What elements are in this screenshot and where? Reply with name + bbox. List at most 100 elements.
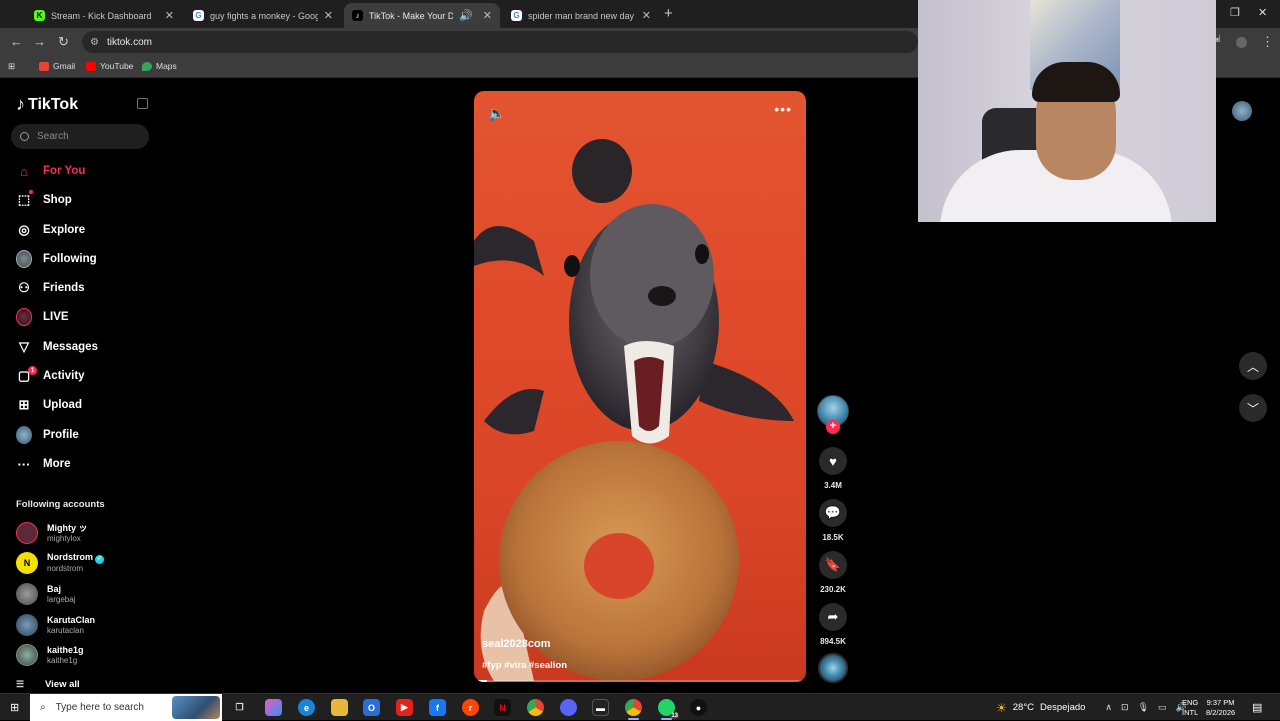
taskbar-clock[interactable]: 9:37 PM 8/2/2026 (1206, 698, 1235, 718)
view-all-link[interactable]: ☰ View all (16, 679, 80, 690)
browser-profile-avatar[interactable] (1236, 37, 1247, 48)
terminal-icon[interactable]: ▬ (592, 699, 609, 716)
search-input[interactable]: Search (11, 124, 149, 149)
nav-following[interactable]: Following (16, 248, 97, 270)
like-button[interactable]: ♥ (819, 447, 847, 475)
nav-friends[interactable]: ⚇ Friends (16, 277, 85, 299)
video-options-icon[interactable]: ••• (774, 101, 792, 117)
video-progress-bar[interactable] (474, 680, 806, 682)
tab-google-search-spiderman[interactable]: G spider man brand new day - Go ✕ (503, 3, 659, 28)
site-info-icon[interactable]: ⚙ (90, 37, 99, 48)
video-hashtags[interactable]: #fyp #vira #sealion (482, 660, 567, 671)
collapse-sidebar-icon[interactable] (137, 98, 148, 109)
language-indicator[interactable]: ENG INTL (1182, 698, 1198, 718)
nav-explore[interactable]: ◎ Explore (16, 219, 85, 241)
account-item[interactable]: KarutaClan karutaclan (16, 613, 95, 637)
next-video-button[interactable]: ﹀ (1239, 394, 1267, 422)
nav-upload[interactable]: ⊞ Upload (16, 394, 82, 416)
google-favicon-icon: G (511, 10, 522, 21)
outlook-icon[interactable]: O (363, 699, 380, 716)
browser-menu-icon[interactable]: ⋮ (1261, 34, 1274, 50)
nav-label: Friends (43, 282, 85, 294)
reddit-icon[interactable]: r (462, 699, 479, 716)
file-explorer-icon[interactable] (331, 699, 348, 716)
account-handle: mightylox (47, 533, 81, 543)
nav-live[interactable]: LIVE (16, 306, 69, 328)
close-window-icon[interactable]: ✕ (1258, 6, 1267, 19)
account-item[interactable]: Baj largebaj (16, 582, 75, 606)
clock-time: 9:37 PM (1206, 698, 1235, 707)
reload-icon[interactable]: ↻ (58, 34, 69, 50)
account-item[interactable]: Mighty ッ mightylox (16, 521, 88, 545)
comment-count: 18.5K (822, 533, 844, 542)
close-tab-icon[interactable]: ✕ (483, 9, 492, 22)
account-item[interactable]: kaithe1g kaithe1g (16, 643, 84, 667)
nav-label: Following (43, 253, 97, 265)
verified-badge-icon: ✓ (95, 555, 105, 564)
address-bar[interactable]: ⚙ tiktok.com (82, 31, 918, 53)
edge-icon[interactable]: e (298, 699, 315, 716)
tab-tiktok[interactable]: ♪ TikTok - Make Your Day 🔊 ✕ (344, 3, 500, 28)
network-app-icon[interactable]: ⊡ (1121, 702, 1129, 713)
share-button[interactable]: ➦ (819, 603, 847, 631)
close-tab-icon[interactable]: ✕ (642, 9, 651, 22)
tiktok-logo[interactable]: ♪ TikTok (16, 94, 78, 115)
nav-more[interactable]: ··· More (16, 453, 71, 475)
seal-head (590, 204, 714, 348)
previous-video-button[interactable]: ︿ (1239, 352, 1267, 380)
close-tab-icon[interactable]: ✕ (324, 9, 333, 22)
wifi-icon[interactable]: ▭ (1158, 702, 1167, 713)
restore-window-icon[interactable]: ❐ (1230, 6, 1240, 19)
back-arrow-icon[interactable]: ← (10, 34, 23, 49)
clock-date: 8/2/2026 (1206, 708, 1236, 717)
close-tab-icon[interactable]: ✕ (165, 9, 174, 22)
music-disc[interactable] (818, 653, 848, 683)
notifications-icon[interactable]: ▤ (1252, 701, 1262, 714)
tab-kick-dashboard[interactable]: K Stream - Kick Dashboard ✕ (26, 3, 182, 28)
new-tab-icon[interactable]: + (664, 5, 673, 22)
follow-plus-button[interactable]: + (826, 420, 840, 434)
apps-grid-icon[interactable]: ⊞ (8, 61, 15, 72)
nav-messages[interactable]: ▽ Messages (16, 336, 98, 358)
microphone-icon[interactable]: 🎙 (1138, 702, 1149, 713)
gmail-icon (39, 61, 49, 71)
comment-button[interactable]: 💬 (819, 499, 847, 527)
tab-audio-icon[interactable]: 🔊 (459, 9, 473, 22)
windows-start-icon[interactable]: ⊞ (10, 701, 19, 714)
task-view-icon[interactable]: ❐ (231, 699, 248, 716)
chrome-icon[interactable] (527, 699, 544, 716)
weather-icon[interactable]: ☀ (996, 701, 1007, 715)
facebook-icon[interactable]: f (429, 699, 446, 716)
volume-icon[interactable]: 🔈 (488, 105, 505, 122)
avatar (16, 522, 38, 544)
account-item[interactable]: N Nordstrom ✓ nordstrom (16, 551, 105, 575)
nav-label: LIVE (43, 311, 69, 323)
seal-right-flipper (699, 361, 794, 421)
chevron-up-icon[interactable]: ∧ (1105, 702, 1112, 713)
taskbar-search-input[interactable]: ⌕ Type here to search (30, 694, 222, 721)
video-player[interactable]: 🔈 ••• seal2028com #fyp #vira #sealion (474, 91, 806, 682)
discord-icon[interactable] (560, 699, 577, 716)
copilot-icon[interactable] (265, 699, 282, 716)
forward-arrow-icon[interactable]: → (33, 34, 46, 49)
nav-activity[interactable]: ▢ 1 Activity (16, 365, 85, 387)
chrome-running-icon[interactable] (625, 699, 642, 720)
nav-label: Shop (43, 194, 72, 206)
whatsapp-icon[interactable]: 13 (658, 699, 679, 720)
obs-icon[interactable]: ● (690, 699, 707, 716)
save-button[interactable]: 🔖 (819, 551, 847, 579)
seal-back (572, 139, 632, 203)
netflix-icon[interactable]: N (494, 699, 511, 716)
bookmark-gmail[interactable]: Gmail (39, 61, 75, 71)
avatar: N (16, 552, 38, 574)
nav-for-you[interactable]: ⌂ For You (16, 160, 85, 182)
bookmark-youtube[interactable]: YouTube (86, 61, 133, 71)
nav-label: More (43, 458, 71, 470)
bookmark-maps[interactable]: Maps (142, 61, 177, 71)
video-author[interactable]: seal2028com (482, 638, 551, 650)
nav-profile[interactable]: Profile (16, 424, 79, 446)
tab-google-search-monkey[interactable]: G guy fights a monkey - Google S ✕ (185, 3, 341, 28)
tiktok-user-avatar[interactable] (1232, 101, 1252, 121)
nav-shop[interactable]: ⬚ Shop (16, 189, 72, 211)
youtube-app-icon[interactable]: ▶ (396, 699, 413, 716)
